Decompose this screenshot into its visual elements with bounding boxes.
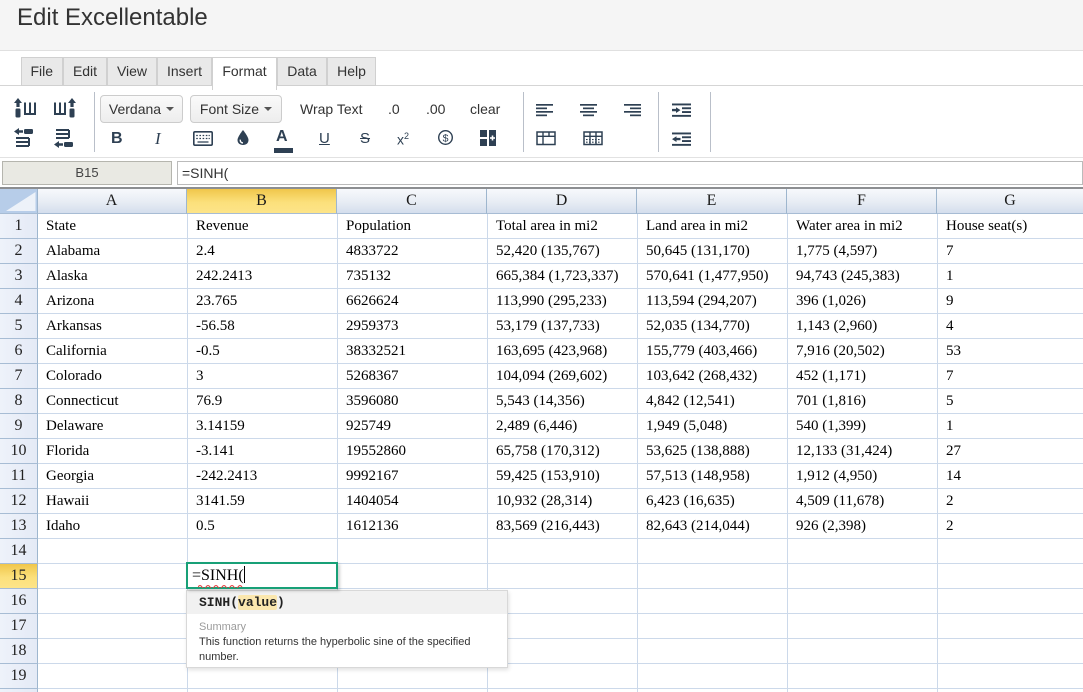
svg-text:$: $ bbox=[443, 132, 449, 144]
